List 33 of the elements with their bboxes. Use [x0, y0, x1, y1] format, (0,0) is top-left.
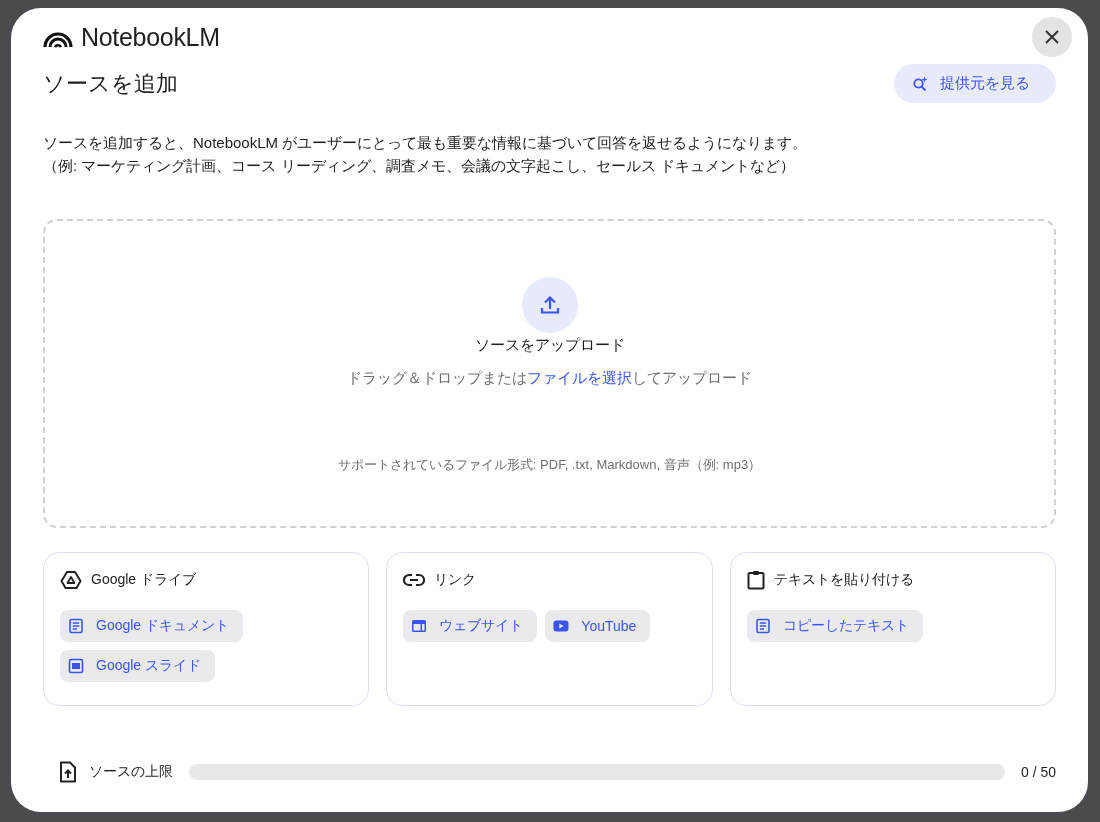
- close-icon: [1043, 28, 1061, 46]
- source-option-button[interactable]: ウェブサイト: [403, 610, 538, 642]
- close-button[interactable]: [1032, 17, 1072, 57]
- document-icon: [68, 618, 84, 634]
- supported-formats-text: サポートされているファイル形式: PDF, .txt, Markdown, 音声（例: mp3）: [337, 456, 762, 474]
- dialog-title: ソースを追加: [43, 69, 178, 98]
- file-upload-icon: [59, 761, 77, 783]
- source-option-button[interactable]: YouTube: [545, 610, 651, 642]
- browser-window-icon: [411, 619, 428, 633]
- source-card-title: テキストを貼り付ける: [773, 571, 914, 589]
- choose-file-link[interactable]: ファイルを選択: [527, 369, 632, 386]
- document-icon: [754, 618, 771, 634]
- upload-title: ソースをアップロード: [474, 336, 625, 355]
- source-option-button[interactable]: Google ドキュメント: [60, 610, 244, 642]
- description-text: （例: マーケティング計画、コース リーディング、調査メモ、会議の文字起こし、セールス ドキュメントなど）: [43, 156, 796, 176]
- search-sparkle-icon: [912, 75, 928, 92]
- source-card-title: Google ドライブ: [91, 571, 197, 589]
- upload-dropzone[interactable]: ソースをアップロード ドラッグ＆ドロップまたはファイルを選択 してアップロード サポートされているファイル形式: PDF, .txt, Markdown, 音声（例: mp3）: [43, 219, 1056, 528]
- source-card-title: リンク: [434, 571, 477, 589]
- clipboard-icon: [746, 570, 765, 590]
- play-icon: [553, 620, 570, 632]
- source-option-button[interactable]: コピーしたテキスト: [746, 610, 923, 642]
- source-limit-label: ソースの上限: [89, 763, 173, 781]
- link-icon: [403, 573, 426, 587]
- description-text: ソースを追加すると、NotebookLM がユーザーにとって最も重要な情報に基づいて回答を返せるようになります。: [43, 133, 809, 153]
- upload-icon: [538, 294, 561, 316]
- discover-sources-button[interactable]: 提供元を見る: [894, 64, 1056, 103]
- source-count: 0 / 50: [1020, 764, 1056, 780]
- brand-name: NotebookLM: [81, 22, 220, 52]
- slides-icon: [68, 658, 84, 674]
- upload-hint: ドラッグ＆ドロップまたはファイルを選択 してアップロード: [347, 369, 752, 388]
- triangle-icon: [60, 570, 82, 590]
- source-option-button[interactable]: Google スライド: [60, 650, 216, 682]
